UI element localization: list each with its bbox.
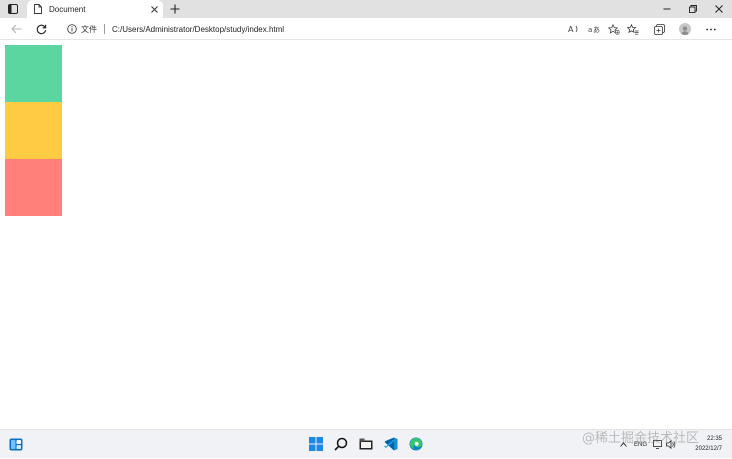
info-icon[interactable] — [66, 23, 78, 35]
tab-document[interactable]: Document — [27, 0, 163, 18]
svg-text:A: A — [568, 25, 574, 34]
vscode-icon[interactable] — [383, 436, 399, 452]
back-arrow-icon[interactable] — [9, 22, 23, 36]
edge-icon[interactable] — [408, 436, 424, 452]
title-bar: Document — [0, 0, 732, 18]
browser-toolbar: 文件 C:/Users/Administrator/Desktop/study/… — [0, 18, 732, 40]
file-explorer-icon[interactable] — [358, 436, 374, 452]
close-window-icon[interactable] — [706, 0, 732, 18]
watermark: @稀土掘金技术社区 — [582, 431, 700, 446]
search-icon[interactable] — [333, 436, 349, 452]
svg-text:あ: あ — [593, 26, 600, 34]
page-content — [0, 41, 732, 429]
red-block — [5, 159, 62, 216]
clock-date: 2022/12/7 — [695, 446, 722, 452]
document-icon — [34, 3, 44, 15]
restore-icon[interactable] — [680, 0, 706, 18]
yellow-block — [5, 102, 62, 159]
green-block — [5, 45, 62, 102]
profile-button[interactable] — [672, 20, 698, 38]
collections-icon[interactable] — [646, 20, 672, 38]
toolbar-actions — [620, 20, 724, 38]
refresh-icon[interactable] — [34, 22, 48, 36]
tab-actions-icon[interactable] — [6, 3, 20, 15]
url-text[interactable]: C:/Users/Administrator/Desktop/study/ind… — [112, 25, 284, 34]
windows-start-icon[interactable] — [308, 436, 324, 452]
clock[interactable]: 22:35 2022/12/7 — [695, 434, 722, 454]
address-separator — [104, 24, 105, 34]
address-bar[interactable]: 文件 C:/Users/Administrator/Desktop/study/… — [58, 20, 624, 38]
clock-time: 22:35 — [706, 436, 722, 442]
window-controls — [654, 0, 732, 18]
svg-text:a: a — [588, 26, 592, 34]
minimize-icon[interactable] — [654, 0, 680, 18]
more-icon[interactable] — [698, 20, 724, 38]
address-actions: A aあ — [564, 20, 624, 38]
translate-icon[interactable]: aあ — [584, 20, 604, 38]
address-scheme-label: 文件 — [81, 24, 97, 34]
widgets-icon[interactable] — [8, 436, 24, 452]
read-aloud-icon[interactable]: A — [564, 20, 584, 38]
avatar — [679, 23, 691, 35]
close-icon[interactable] — [148, 3, 160, 15]
plus-icon[interactable] — [168, 2, 182, 16]
favorites-icon[interactable] — [620, 20, 646, 38]
tab-title: Document — [49, 4, 86, 14]
